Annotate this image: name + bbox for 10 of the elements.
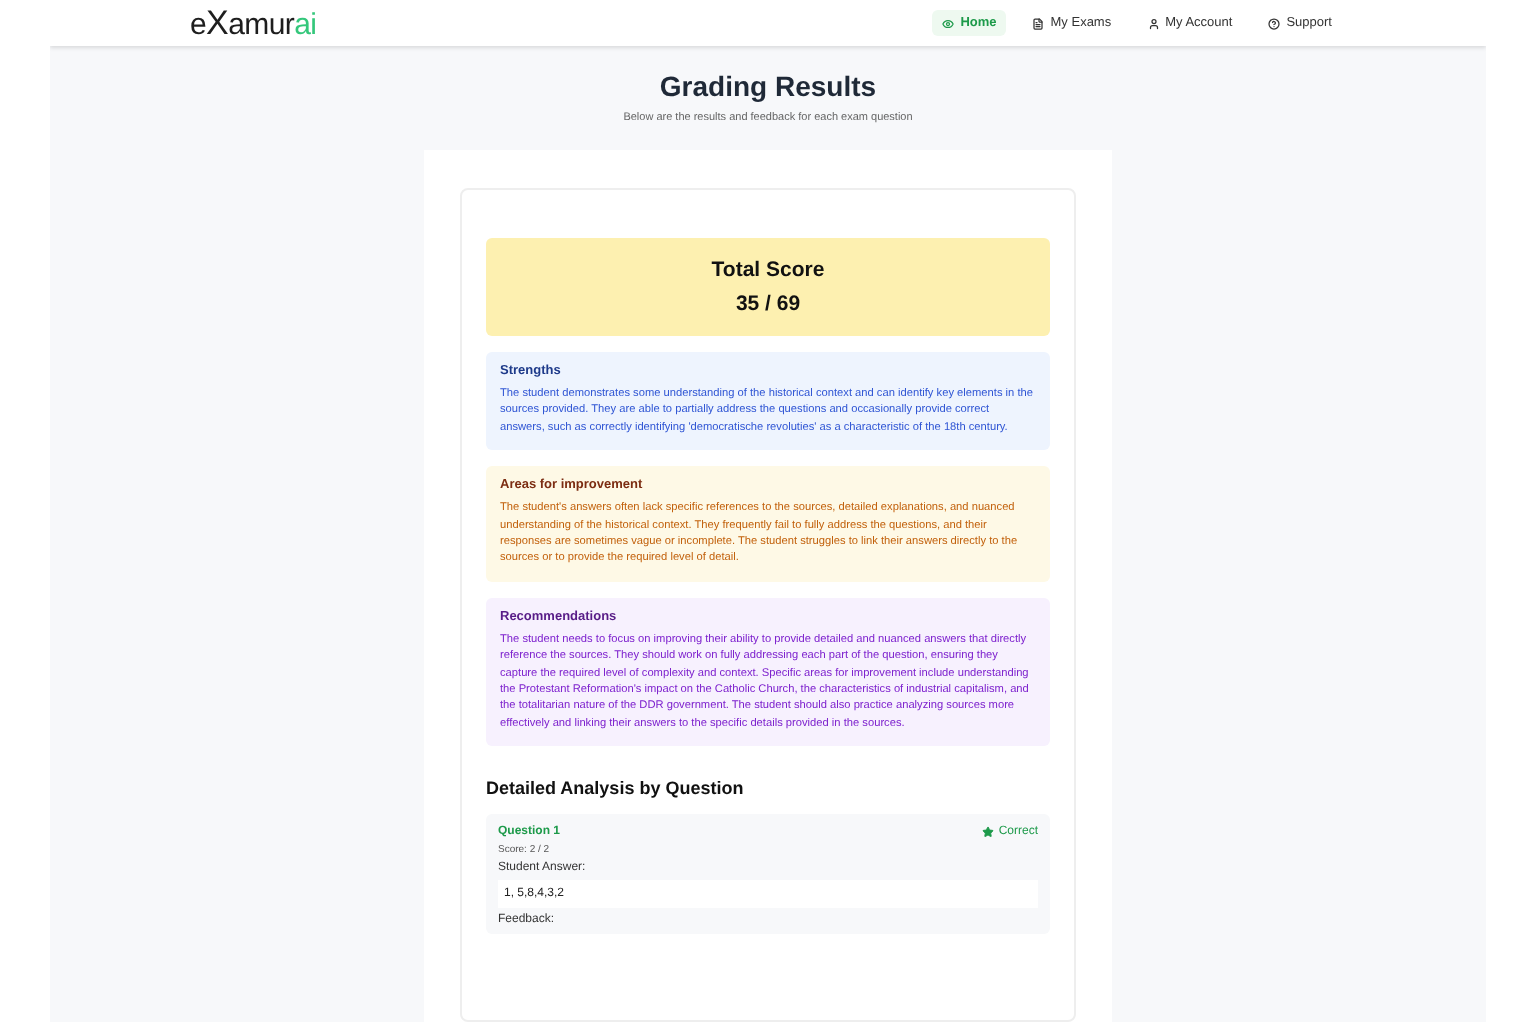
eye-icon (942, 17, 955, 29)
help-icon (1268, 17, 1281, 29)
document-icon (1032, 17, 1045, 29)
page-title: Grading Results (659, 70, 877, 102)
score-value: 35 / 69 (735, 292, 801, 316)
section-heading: Detailed Analysis by Question (486, 778, 746, 799)
logo[interactable]: eXamurai (190, 3, 317, 43)
user-icon (1147, 17, 1160, 29)
score-label: Total Score (711, 258, 825, 282)
star-icon (982, 826, 995, 839)
